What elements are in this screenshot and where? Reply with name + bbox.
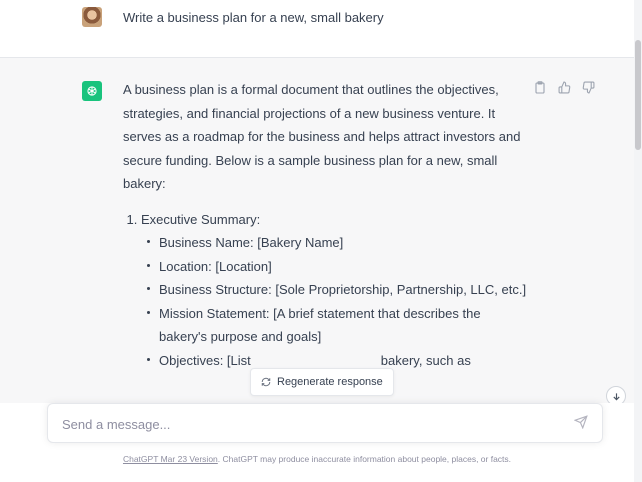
list-item: Mission Statement: [A brief statement th… — [147, 302, 528, 349]
assistant-message-row: A business plan is a formal document tha… — [0, 58, 634, 403]
composer-area: ChatGPT Mar 23 Version. ChatGPT may prod… — [0, 403, 634, 482]
user-message-row: Write a business plan for a new, small b… — [0, 0, 634, 58]
thumbs-down-icon[interactable] — [581, 80, 595, 94]
message-actions — [533, 80, 595, 94]
answer-intro: A business plan is a formal document tha… — [123, 82, 521, 191]
refresh-icon — [261, 377, 271, 387]
list-item: Location: [Location] — [147, 255, 528, 279]
plan-section-list: Executive Summary: Business Name: [Baker… — [123, 208, 528, 373]
plan-section: Executive Summary: Business Name: [Baker… — [141, 208, 528, 373]
message-input-box — [47, 403, 603, 443]
list-item: Business Name: [Bakery Name] — [147, 231, 528, 255]
regenerate-label: Regenerate response — [277, 376, 383, 388]
disclaimer-footer: ChatGPT Mar 23 Version. ChatGPT may prod… — [0, 454, 634, 464]
disclaimer-text: . ChatGPT may produce inaccurate informa… — [217, 454, 512, 464]
assistant-message-text: A business plan is a formal document tha… — [123, 78, 528, 372]
message-input[interactable] — [60, 413, 564, 435]
version-link[interactable]: ChatGPT Mar 23 Version — [123, 454, 218, 464]
scrollbar-thumb[interactable] — [635, 40, 641, 150]
user-avatar — [82, 7, 102, 27]
user-message-text: Write a business plan for a new, small b… — [123, 10, 384, 25]
arrow-down-icon — [612, 392, 620, 400]
scrollbar[interactable] — [634, 0, 642, 482]
thumbs-up-icon[interactable] — [557, 80, 571, 94]
regenerate-response-button[interactable]: Regenerate response — [250, 368, 394, 396]
send-icon — [573, 415, 588, 430]
section-item-list: Business Name: [Bakery Name] Location: [… — [141, 231, 528, 372]
section-title: Executive Summary: — [141, 211, 261, 227]
chatgpt-logo-icon — [82, 81, 102, 101]
list-item: Business Structure: [Sole Proprietorship… — [147, 278, 528, 302]
send-button[interactable] — [573, 415, 590, 431]
clipboard-icon[interactable] — [533, 80, 547, 94]
